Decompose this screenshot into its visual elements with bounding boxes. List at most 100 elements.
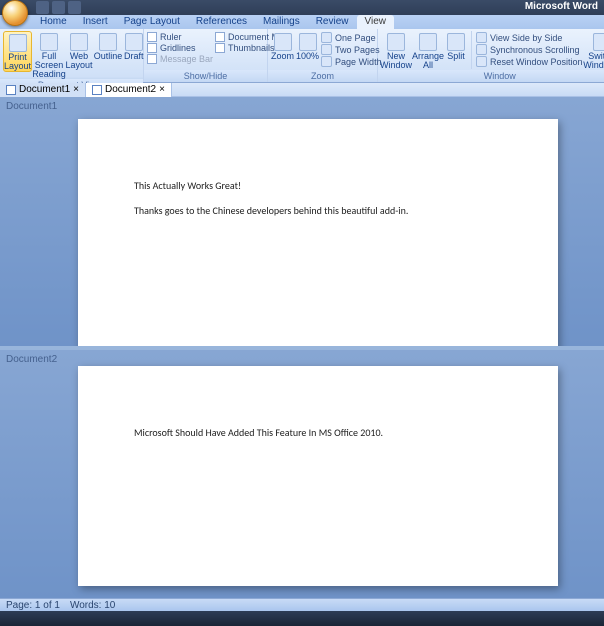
web-layout-button[interactable]: Web Layout xyxy=(66,31,92,70)
new-window-button[interactable]: New Window xyxy=(381,31,411,70)
print-layout-button[interactable]: Print Layout xyxy=(3,31,32,72)
message-bar-checkbox[interactable]: Message Bar xyxy=(147,54,213,64)
ribbon-tab-strip: Home Insert Page Layout References Maili… xyxy=(0,15,604,29)
separator xyxy=(471,31,472,69)
draft-icon xyxy=(125,33,143,51)
tab-review[interactable]: Review xyxy=(308,15,357,29)
document-tab-2-label: Document2 xyxy=(105,84,156,95)
switch-windows-label: Switch Windows xyxy=(583,52,604,70)
tab-insert[interactable]: Insert xyxy=(75,15,116,29)
page-width-icon xyxy=(321,56,332,67)
reset-window-button[interactable]: Reset Window Position xyxy=(476,56,583,67)
checkbox-icon xyxy=(147,32,157,42)
group-window-label: Window xyxy=(378,70,604,82)
full-screen-reading-label: Full Screen Reading xyxy=(32,52,66,79)
page-width-button[interactable]: Page Width xyxy=(321,56,382,67)
zoom-button[interactable]: Zoom xyxy=(271,31,294,61)
tab-home[interactable]: Home xyxy=(32,15,75,29)
checkbox-icon xyxy=(147,54,157,64)
taskbar xyxy=(0,611,604,626)
document-icon xyxy=(6,85,16,95)
page-width-label: Page Width xyxy=(335,57,382,67)
document-icon xyxy=(92,85,102,95)
outline-icon xyxy=(99,33,117,51)
web-layout-icon xyxy=(70,33,88,51)
group-show-hide-label: Show/Hide xyxy=(144,70,267,82)
document-tab-bar: Document1× Document2× xyxy=(0,83,604,97)
sync-scroll-button[interactable]: Synchronous Scrolling xyxy=(476,44,583,55)
reset-window-icon xyxy=(476,56,487,67)
split-label: Split xyxy=(447,52,465,61)
message-bar-label: Message Bar xyxy=(160,54,213,64)
pane-document2: Document2 Microsoft Should Have Added Th… xyxy=(0,346,604,599)
sync-scroll-icon xyxy=(476,44,487,55)
one-page-button[interactable]: One Page xyxy=(321,32,382,43)
title-bar: Microsoft Word xyxy=(0,0,604,15)
undo-icon[interactable] xyxy=(52,1,65,14)
side-by-side-icon xyxy=(476,32,487,43)
split-icon xyxy=(447,33,465,51)
status-page[interactable]: Page: 1 of 1 xyxy=(6,600,60,611)
page-document1[interactable]: This Actually Works Great! Thanks goes t… xyxy=(78,119,558,346)
one-page-label: One Page xyxy=(335,33,376,43)
two-pages-button[interactable]: Two Pages xyxy=(321,44,382,55)
ruler-label: Ruler xyxy=(160,32,182,42)
hundred-label: 100% xyxy=(296,52,319,61)
gridlines-label: Gridlines xyxy=(160,43,196,53)
full-screen-reading-icon xyxy=(40,33,58,51)
draft-label: Draft xyxy=(124,52,144,61)
arrange-all-label: Arrange All xyxy=(412,52,444,70)
redo-icon[interactable] xyxy=(68,1,81,14)
full-screen-reading-button[interactable]: Full Screen Reading xyxy=(34,31,64,79)
tab-references[interactable]: References xyxy=(188,15,255,29)
web-layout-label: Web Layout xyxy=(65,52,92,70)
tab-page-layout[interactable]: Page Layout xyxy=(116,15,188,29)
group-window: New Window Arrange All Split View Side b… xyxy=(378,29,604,82)
status-bar: Page: 1 of 1 Words: 10 xyxy=(0,598,604,611)
ruler-checkbox[interactable]: Ruler xyxy=(147,32,213,42)
pane-1-label: Document1 xyxy=(6,101,57,112)
doc1-line2: Thanks goes to the Chinese developers be… xyxy=(134,204,502,217)
tab-mailings[interactable]: Mailings xyxy=(255,15,308,29)
checkbox-icon xyxy=(215,43,225,53)
pane-document1: Document1 This Actually Works Great! Tha… xyxy=(0,97,604,346)
checkbox-icon xyxy=(147,43,157,53)
one-page-icon xyxy=(321,32,332,43)
page-document2[interactable]: Microsoft Should Have Added This Feature… xyxy=(78,366,558,586)
gridlines-checkbox[interactable]: Gridlines xyxy=(147,43,213,53)
tab-view[interactable]: View xyxy=(357,15,395,29)
switch-windows-icon xyxy=(593,33,604,51)
reset-window-label: Reset Window Position xyxy=(490,57,583,67)
draft-button[interactable]: Draft xyxy=(124,31,144,61)
switch-windows-button[interactable]: Switch Windows xyxy=(585,31,604,70)
arrange-all-button[interactable]: Arrange All xyxy=(413,31,443,70)
save-icon[interactable] xyxy=(36,1,49,14)
office-button[interactable] xyxy=(2,0,28,26)
print-layout-label: Print Layout xyxy=(4,53,31,71)
document-tab-2[interactable]: Document2× xyxy=(86,83,172,97)
group-zoom: Zoom 100% One Page Two Pages Page Width … xyxy=(268,29,378,82)
outline-button[interactable]: Outline xyxy=(94,31,122,61)
new-window-label: New Window xyxy=(380,52,412,70)
doc1-line1: This Actually Works Great! xyxy=(134,179,502,192)
document-tab-1[interactable]: Document1× xyxy=(0,83,86,97)
split-button[interactable]: Split xyxy=(445,31,467,61)
outline-label: Outline xyxy=(94,52,123,61)
workspace: Document1 This Actually Works Great! Tha… xyxy=(0,97,604,598)
new-window-icon xyxy=(387,33,405,51)
pane-2-label: Document2 xyxy=(6,354,57,365)
hundred-icon xyxy=(299,33,317,51)
side-by-side-label: View Side by Side xyxy=(490,33,562,43)
ribbon: Print Layout Full Screen Reading Web Lay… xyxy=(0,29,604,83)
close-icon[interactable]: × xyxy=(159,84,165,95)
hundred-percent-button[interactable]: 100% xyxy=(296,31,319,61)
arrange-all-icon xyxy=(419,33,437,51)
two-pages-icon xyxy=(321,44,332,55)
close-icon[interactable]: × xyxy=(73,84,79,95)
document-tab-1-label: Document1 xyxy=(19,84,70,95)
status-words[interactable]: Words: 10 xyxy=(70,600,115,611)
zoom-label: Zoom xyxy=(271,52,294,61)
group-show-hide: Ruler Gridlines Message Bar Document Map… xyxy=(144,29,268,82)
view-side-by-side-button[interactable]: View Side by Side xyxy=(476,32,583,43)
zoom-icon xyxy=(274,33,292,51)
